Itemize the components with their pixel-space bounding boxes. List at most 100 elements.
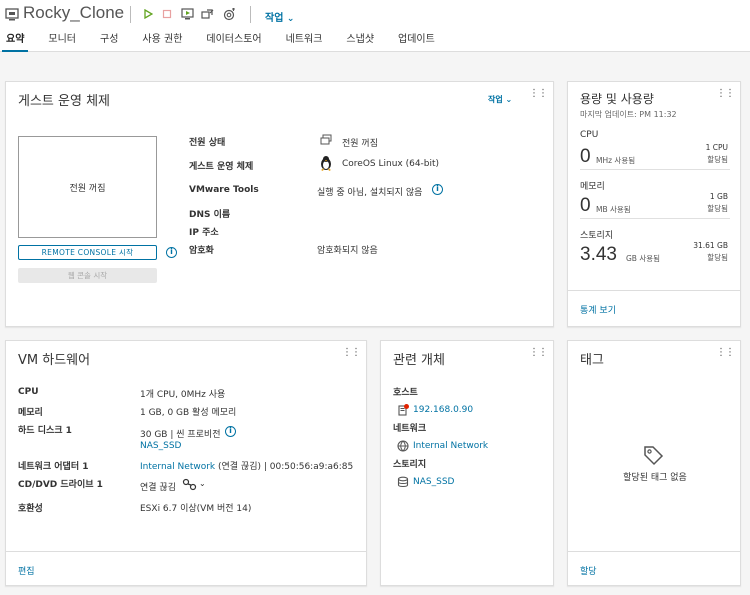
edit-link[interactable]: 편집	[18, 564, 35, 577]
console-preview[interactable]: 전원 꺼짐	[18, 136, 157, 238]
vm-hardware-card: VM 하드웨어 ⋮⋮ CPU 1개 CPU, 0MHz 사용 메모리 1 GB,…	[5, 340, 367, 586]
cpu-used-value: 0	[580, 146, 591, 167]
encryption-label: 암호화	[189, 246, 214, 256]
connect-plug-icon[interactable]	[182, 478, 198, 491]
hw-nic-label: 네트워크 어댑터 1	[18, 462, 89, 472]
power-state-value: 전원 꺼짐	[342, 139, 378, 149]
capacity-card: 용량 및 사용량 ⋮⋮ 마지막 업데이트: PM 11:32 CPU 0 MHz…	[567, 81, 741, 327]
tag-icon	[644, 446, 664, 466]
power-on-button[interactable]	[141, 7, 155, 21]
cpu-allocated-label: 할당됨	[707, 155, 728, 164]
info-icon[interactable]: i	[225, 426, 236, 437]
stop-icon	[162, 9, 172, 19]
hardware-footer: 편집	[6, 551, 366, 585]
network-icon	[397, 440, 409, 452]
chevron-down-icon: ⌄	[505, 95, 513, 104]
vmware-tools-label: VMware Tools	[189, 185, 259, 195]
chevron-down-icon: ⌄	[286, 14, 295, 24]
power-state-label: 전원 상태	[189, 138, 226, 148]
snapshot-button[interactable]	[222, 7, 236, 21]
info-icon[interactable]: i	[166, 247, 177, 258]
tab-permissions[interactable]: 사용 권한	[138, 32, 186, 52]
encryption-value: 암호화되지 않음	[317, 246, 378, 256]
related-objects-card: 관련 개체 ⋮⋮ 호스트 192.168.0.90 네트워크 Internal …	[380, 340, 554, 586]
vm-hardware-title: VM 하드웨어	[18, 353, 91, 368]
actions-menu[interactable]: 작업 ⌄	[265, 9, 294, 24]
drag-handle-icon[interactable]: ⋮⋮	[716, 88, 735, 99]
hw-cdrom-value: 연결 끊김	[140, 483, 176, 493]
divider	[580, 218, 730, 219]
view-stats-link[interactable]: 통계 보기	[580, 303, 616, 316]
tab-networks[interactable]: 네트워크	[282, 32, 327, 52]
play-icon	[144, 9, 153, 19]
dns-name-label: DNS 이름	[189, 210, 231, 220]
hw-disk-datastore-link[interactable]: NAS_SSD	[140, 441, 181, 451]
remote-console-button[interactable]: REMOTE CONSOLE 시작	[18, 245, 157, 260]
storage-link[interactable]: NAS_SSD	[413, 477, 454, 487]
hw-memory-label: 메모리	[18, 408, 43, 418]
tab-updates[interactable]: 업데이트	[394, 32, 439, 52]
network-label: 네트워크	[393, 424, 427, 434]
capacity-title: 용량 및 사용량	[580, 92, 654, 106]
datastore-icon	[397, 476, 409, 488]
tab-snapshots[interactable]: 스냅샷	[342, 32, 378, 52]
tab-bar: 요약 모니터 구성 사용 권한 데이터스토어 네트워크 스냅샷 업데이트	[0, 32, 439, 52]
cpu-label: CPU	[580, 130, 599, 140]
hw-nic-network-link[interactable]: Internal Network	[140, 462, 215, 472]
no-tags-text: 할당된 태그 없음	[623, 473, 687, 483]
hw-memory-value: 1 GB, 0 GB 활성 메모리	[140, 408, 237, 418]
tab-summary[interactable]: 요약	[2, 32, 29, 52]
cpu-used-unit: MHz 사용됨	[596, 156, 636, 165]
hw-cdrom-label: CD/DVD 드라이브 1	[18, 480, 103, 490]
guest-os-card: 게스트 운영 체제 작업 ⌄ ⋮⋮ 전원 꺼짐 REMOTE CONSOLE 시…	[5, 81, 554, 327]
tab-monitor[interactable]: 모니터	[44, 32, 80, 52]
ip-address-label: IP 주소	[189, 228, 219, 238]
vm-icon	[5, 8, 19, 21]
tags-card: 태그 ⋮⋮ 할당된 태그 없음 할당	[567, 340, 741, 586]
tab-configure[interactable]: 구성	[96, 32, 122, 52]
assign-link[interactable]: 할당	[580, 564, 597, 577]
last-updated: 마지막 업데이트: PM 11:32	[580, 110, 677, 119]
chevron-down-icon[interactable]: ⌄	[199, 479, 206, 488]
console-preview-text: 전원 꺼짐	[69, 183, 106, 194]
capacity-footer: 통계 보기	[568, 290, 740, 326]
migrate-button[interactable]	[200, 7, 214, 21]
storage-label: 스토리지	[393, 460, 427, 470]
guest-actions-menu[interactable]: 작업 ⌄	[488, 94, 512, 105]
web-console-button: 웹 콘솔 시작	[18, 268, 157, 283]
hw-compat-label: 호환성	[18, 504, 43, 514]
hw-disk-value: 30 GB | 씬 프로비전	[140, 430, 221, 440]
migrate-icon	[200, 8, 213, 19]
drag-handle-icon[interactable]: ⋮⋮	[529, 88, 548, 99]
tags-footer: 할당	[568, 551, 740, 585]
host-warning-icon	[398, 404, 409, 416]
hw-nic-status: (연결 끊김) | 00:50:56:a9:a6:85	[218, 462, 354, 472]
memory-allocated: 1 GB	[709, 192, 728, 201]
tags-title: 태그	[580, 353, 604, 368]
drag-handle-icon[interactable]: ⋮⋮	[716, 347, 735, 358]
storage-allocated: 31.61 GB	[693, 241, 728, 250]
vm-name: Rocky_Clone	[23, 3, 125, 22]
power-off-button[interactable]	[160, 7, 174, 21]
host-link[interactable]: 192.168.0.90	[413, 405, 473, 415]
info-icon[interactable]: i	[432, 184, 443, 195]
launch-console-button[interactable]	[180, 7, 194, 21]
memory-used-value: 0	[580, 195, 591, 216]
tab-datastores[interactable]: 데이터스토어	[202, 32, 265, 52]
hw-nic-value: Internal Network (연결 끊김) | 00:50:56:a9:a…	[140, 459, 353, 472]
drag-handle-icon[interactable]: ⋮⋮	[342, 347, 361, 358]
memory-label: 메모리	[580, 182, 605, 192]
storage-used-unit: GB 사용됨	[626, 254, 661, 263]
power-state-icon	[320, 134, 332, 145]
hw-compat-value: ESXi 6.7 이상(VM 버전 14)	[140, 504, 252, 514]
vm-header: Rocky_Clone 작업 ⌄ 요약 모니터 구성 사용 권한 데이터스토어 …	[0, 0, 750, 52]
drag-handle-icon[interactable]: ⋮⋮	[529, 347, 548, 358]
guest-actions-label: 작업	[488, 95, 503, 104]
guest-os-label: 게스트 운영 체제	[189, 162, 254, 172]
guest-os-title: 게스트 운영 체제	[18, 94, 110, 109]
memory-allocated-label: 할당됨	[707, 204, 728, 213]
cpu-allocated: 1 CPU	[705, 143, 728, 152]
actions-label: 작업	[265, 13, 284, 24]
network-link[interactable]: Internal Network	[413, 441, 488, 451]
host-label: 호스트	[393, 388, 418, 398]
